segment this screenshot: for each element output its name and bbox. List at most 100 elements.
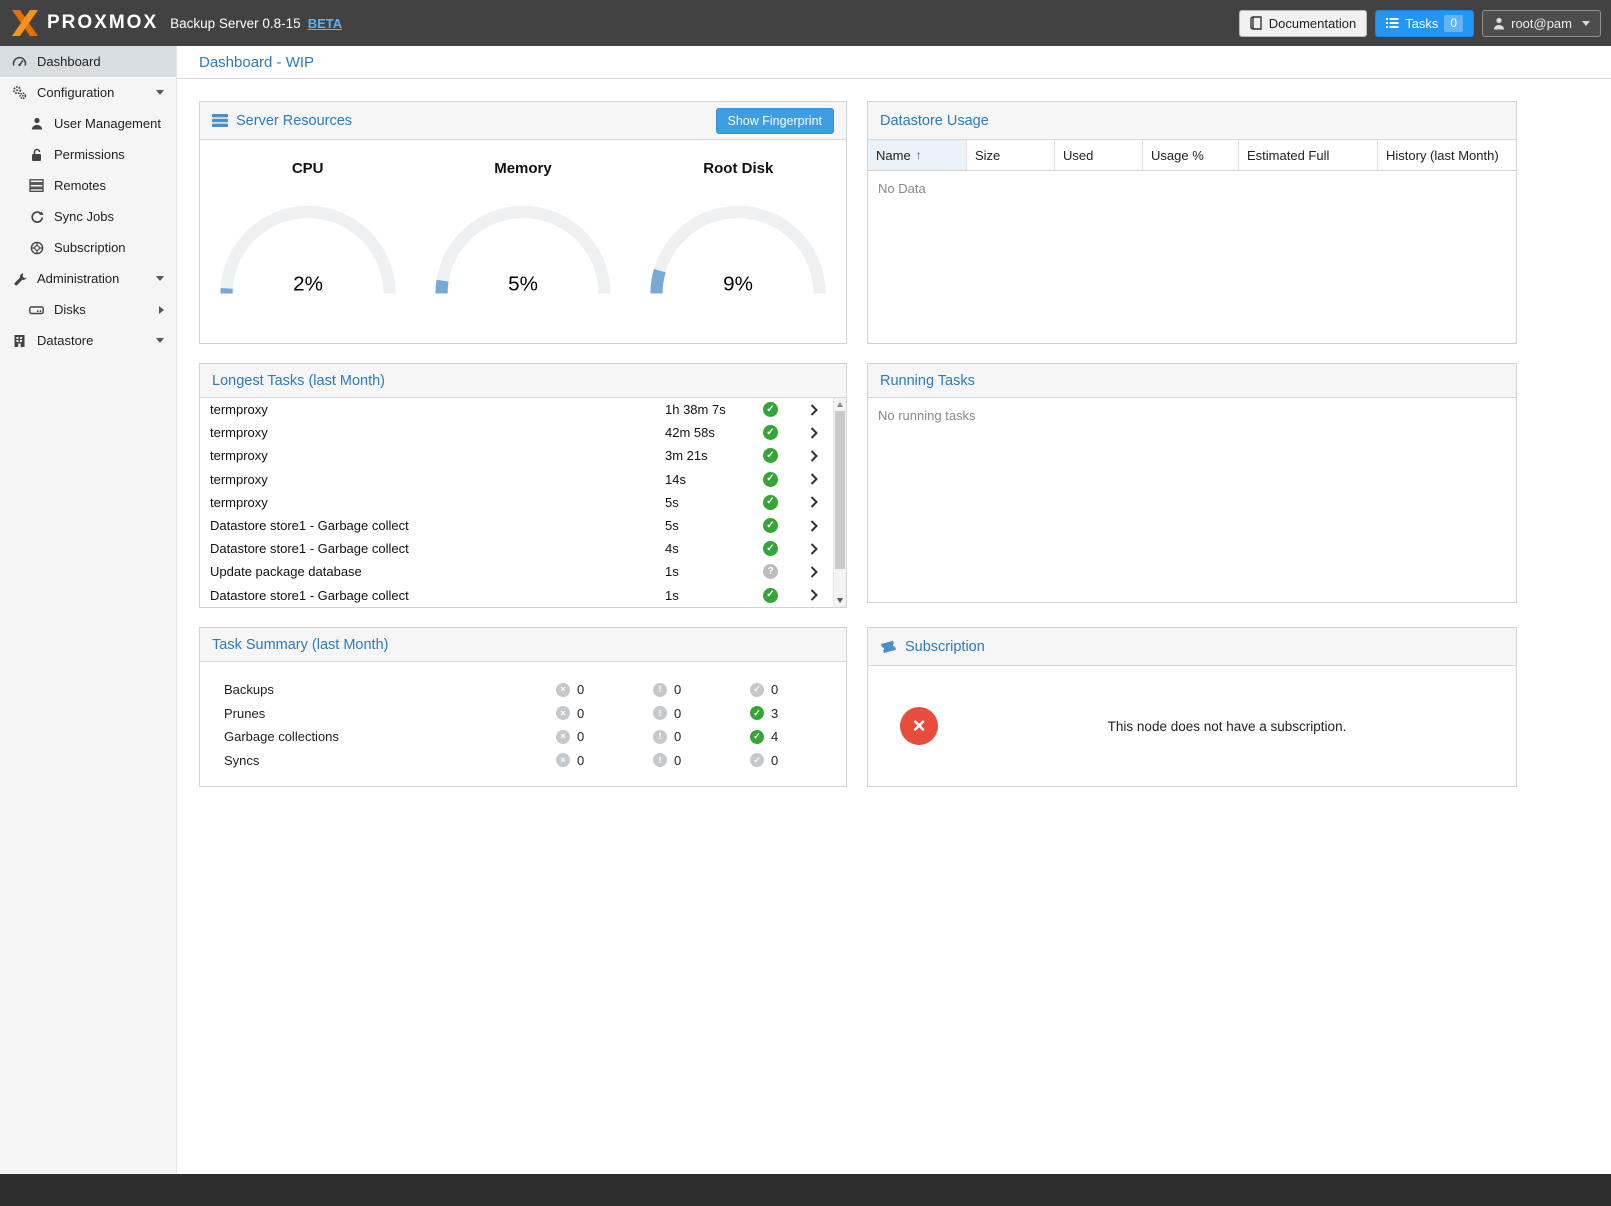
ok-count: 0 (771, 682, 778, 697)
product-version: Backup Server 0.8-15 (170, 16, 301, 31)
task-row[interactable]: Datastore store1 - Garbage collect 5s ✓ (200, 514, 833, 537)
collapse-arrow-icon[interactable] (156, 276, 164, 281)
chevron-right-icon[interactable] (795, 566, 833, 578)
hdd-icon (28, 304, 45, 316)
longest-tasks-rows: termproxy 1h 38m 7s ✓ termproxy 42m 58s … (200, 398, 833, 607)
sidebar-item-label: Sync Jobs (54, 209, 114, 224)
error-count-icon: × (556, 683, 570, 697)
sidebar-item-sync-jobs[interactable]: Sync Jobs (0, 201, 176, 232)
documentation-button[interactable]: Documentation (1239, 10, 1367, 37)
task-name: Datastore store1 - Garbage collect (200, 588, 665, 603)
sidebar-item-dashboard[interactable]: Dashboard (0, 46, 176, 77)
collapse-arrow-icon[interactable] (156, 338, 164, 343)
warning-count-icon: ! (653, 683, 667, 697)
task-list-icon (1386, 17, 1399, 29)
task-duration: 42m 58s (665, 425, 763, 440)
task-row[interactable]: Datastore store1 - Garbage collect 4s ✓ (200, 537, 833, 560)
sidebar-item-datastore[interactable]: Datastore (0, 325, 176, 356)
task-row[interactable]: Update package database 1s ? (200, 560, 833, 583)
column-header-name[interactable]: Name ↑ (868, 140, 967, 170)
sidebar-item-administration[interactable]: Administration (0, 263, 176, 294)
sidebar-item-configuration[interactable]: Configuration (0, 77, 176, 108)
column-header-used[interactable]: Used (1055, 140, 1143, 170)
panel-title: Subscription (905, 639, 985, 655)
longest-tasks-panel: Longest Tasks (last Month) termproxy 1h … (199, 363, 847, 608)
task-duration: 3m 21s (665, 448, 763, 463)
chevron-right-icon[interactable] (795, 404, 833, 416)
ok-count: 3 (771, 706, 778, 721)
chevron-right-icon[interactable] (795, 450, 833, 462)
panel-title: Longest Tasks (last Month) (212, 373, 385, 389)
beta-link[interactable]: BETA (308, 16, 342, 31)
sidebar-item-subscription[interactable]: Subscription (0, 232, 176, 263)
warning-count-icon: ! (653, 730, 667, 744)
server-resources-icon (212, 114, 228, 127)
panel-title: Datastore Usage (880, 113, 989, 129)
task-row[interactable]: termproxy 1h 38m 7s ✓ (200, 398, 833, 421)
warning-count: 0 (674, 729, 681, 744)
ok-count-icon: ✓ (750, 683, 764, 697)
error-count-icon: × (556, 753, 570, 767)
task-status-icon: ✓ (763, 402, 778, 417)
page-header: Dashboard - WIP (177, 46, 1611, 79)
sidebar-item-disks[interactable]: Disks (0, 294, 176, 325)
task-status-icon: ✓ (763, 588, 778, 603)
datastore-usage-panel: Datastore Usage Name ↑ Size Used Usage %… (867, 101, 1517, 344)
chevron-right-icon[interactable] (795, 473, 833, 485)
column-header-usage-pct[interactable]: Usage % (1143, 140, 1239, 170)
sidebar-item-user-management[interactable]: User Management (0, 108, 176, 139)
task-row[interactable]: termproxy 3m 21s ✓ (200, 444, 833, 467)
user-icon (28, 117, 45, 130)
dashboard-content: Server Resources Show Fingerprint CPU 2%… (177, 79, 1611, 787)
wrench-icon (11, 272, 28, 286)
column-header-history[interactable]: History (last Month) (1378, 140, 1516, 170)
no-subscription-icon: × (900, 707, 938, 745)
cogs-icon (11, 85, 28, 100)
task-row[interactable]: termproxy 42m 58s ✓ (200, 421, 833, 444)
chevron-right-icon[interactable] (795, 427, 833, 439)
topbar: PROXMOX Backup Server 0.8-15 BETA Docume… (0, 0, 1611, 46)
gauge-label: CPU (203, 160, 413, 177)
longest-tasks-header: Longest Tasks (last Month) (200, 364, 846, 398)
gauge-arc: 2% (214, 197, 402, 300)
chevron-right-icon[interactable] (795, 589, 833, 601)
column-header-size[interactable]: Size (967, 140, 1055, 170)
warning-count: 0 (674, 682, 681, 697)
ok-count-icon: ✓ (750, 753, 764, 767)
task-row[interactable]: termproxy 5s ✓ (200, 491, 833, 514)
sidebar-item-remotes[interactable]: Remotes (0, 170, 176, 201)
scrollbar-thumb[interactable] (835, 411, 845, 569)
scroll-down-icon[interactable] (837, 598, 843, 603)
lock-icon (28, 148, 45, 162)
sidebar-item-permissions[interactable]: Permissions (0, 139, 176, 170)
root-disk-gauge: Root Disk 9% (633, 160, 843, 303)
sidebar-item-label: Datastore (37, 333, 93, 348)
task-summary-header: Task Summary (last Month) (200, 628, 846, 662)
page-title: Dashboard - WIP (199, 54, 314, 71)
chevron-right-icon[interactable] (795, 543, 833, 555)
tasks-button[interactable]: Tasks 0 (1375, 10, 1474, 37)
show-fingerprint-button[interactable]: Show Fingerprint (716, 108, 835, 134)
expand-arrow-icon[interactable] (159, 306, 164, 314)
task-status-icon: ✓ (763, 472, 778, 487)
scroll-up-icon[interactable] (837, 402, 843, 407)
user-menu-button[interactable]: root@pam (1482, 10, 1601, 37)
task-name: Datastore store1 - Garbage collect (200, 541, 665, 556)
task-row[interactable]: termproxy 14s ✓ (200, 468, 833, 491)
task-row[interactable]: Datastore store1 - Garbage collect 1s ✓ (200, 584, 833, 607)
vertical-scrollbar[interactable] (833, 398, 846, 607)
gauge-value-text: 9% (723, 273, 753, 296)
running-tasks-panel: Running Tasks No running tasks (867, 363, 1517, 603)
summary-label: Syncs (224, 753, 556, 768)
collapse-arrow-icon[interactable] (156, 90, 164, 95)
panel-title: Running Tasks (880, 373, 975, 389)
gauge-value-text: 5% (508, 273, 538, 296)
column-header-estimated-full[interactable]: Estimated Full (1239, 140, 1378, 170)
chevron-right-icon[interactable] (795, 520, 833, 532)
sidebar-item-label: Configuration (37, 85, 114, 100)
chevron-right-icon[interactable] (795, 496, 833, 508)
sidebar-item-label: User Management (54, 116, 161, 131)
sort-asc-icon: ↑ (916, 148, 922, 162)
task-status-icon: ✓ (763, 541, 778, 556)
warning-count-icon: ! (653, 706, 667, 720)
